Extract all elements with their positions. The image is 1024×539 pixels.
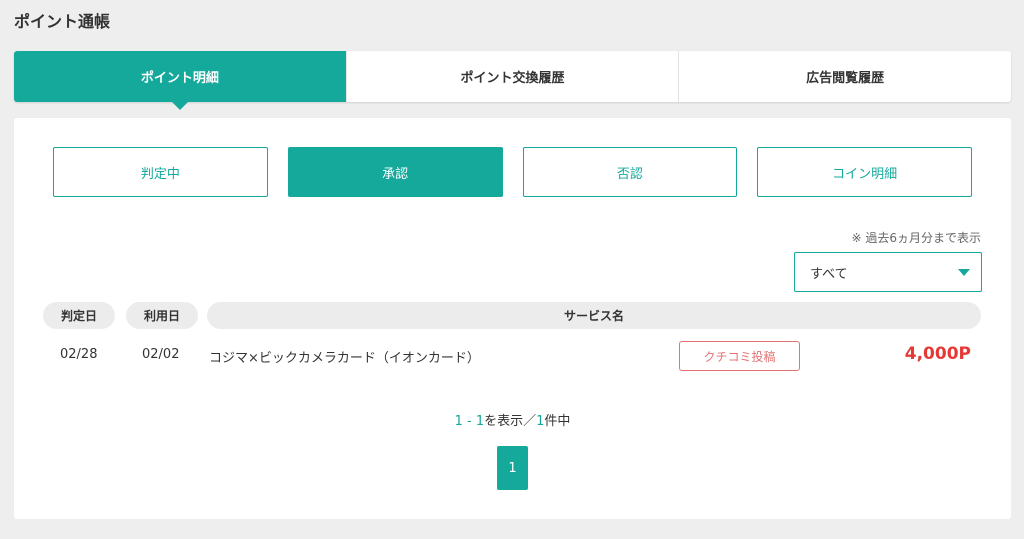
header-service-name: サービス名 bbox=[207, 302, 981, 329]
post-review-button[interactable]: クチコミ投稿 bbox=[679, 341, 800, 371]
status-filter-group: 判定中 承認 否認 コイン明細 bbox=[53, 147, 972, 197]
header-judge-date: 判定日 bbox=[43, 302, 115, 329]
caret-down-icon bbox=[958, 269, 970, 276]
pager-info: 1 - 1を表示／1件中 bbox=[14, 410, 1011, 429]
pager-range-sep: - bbox=[462, 414, 476, 429]
pager-range-end: 1 bbox=[475, 414, 485, 429]
tab-point-exchange-history[interactable]: ポイント交換履歴 bbox=[347, 51, 680, 102]
period-note: ※ 過去6ヵ月分まで表示 bbox=[851, 231, 981, 245]
row-points: 4,000P bbox=[904, 344, 971, 364]
row-use-date: 02/02 bbox=[142, 347, 180, 362]
period-select-value: すべて bbox=[810, 266, 848, 282]
row-judge-date: 02/28 bbox=[60, 347, 98, 362]
row-service-name: コジマ×ビックカメラカード（イオンカード） bbox=[209, 351, 480, 366]
filter-coin-details-button[interactable]: コイン明細 bbox=[757, 147, 972, 197]
pager-suffix: 件中 bbox=[544, 414, 571, 429]
pager-range-start: 1 bbox=[454, 414, 463, 429]
tab-ad-view-history[interactable]: 広告閲覧履歴 bbox=[679, 51, 1011, 102]
filter-pending-button[interactable]: 判定中 bbox=[53, 147, 268, 197]
filter-rejected-button[interactable]: 否認 bbox=[522, 147, 738, 197]
header-use-date: 利用日 bbox=[126, 302, 198, 329]
tab-point-details[interactable]: ポイント明細 bbox=[14, 51, 347, 110]
page-button-current[interactable]: 1 bbox=[497, 446, 528, 490]
pager-mid-text: を表示／ bbox=[484, 414, 537, 429]
page-title: ポイント通帳 bbox=[14, 12, 111, 31]
filter-approved-button[interactable]: 承認 bbox=[287, 147, 503, 197]
main-panel: 判定中 承認 否認 コイン明細 ※ 過去6ヵ月分まで表示 すべて 判定日 利用日… bbox=[14, 118, 1011, 519]
period-select[interactable]: すべて bbox=[794, 252, 982, 292]
tab-bar: ポイント明細 ポイント交換履歴 広告閲覧履歴 bbox=[14, 51, 1011, 110]
